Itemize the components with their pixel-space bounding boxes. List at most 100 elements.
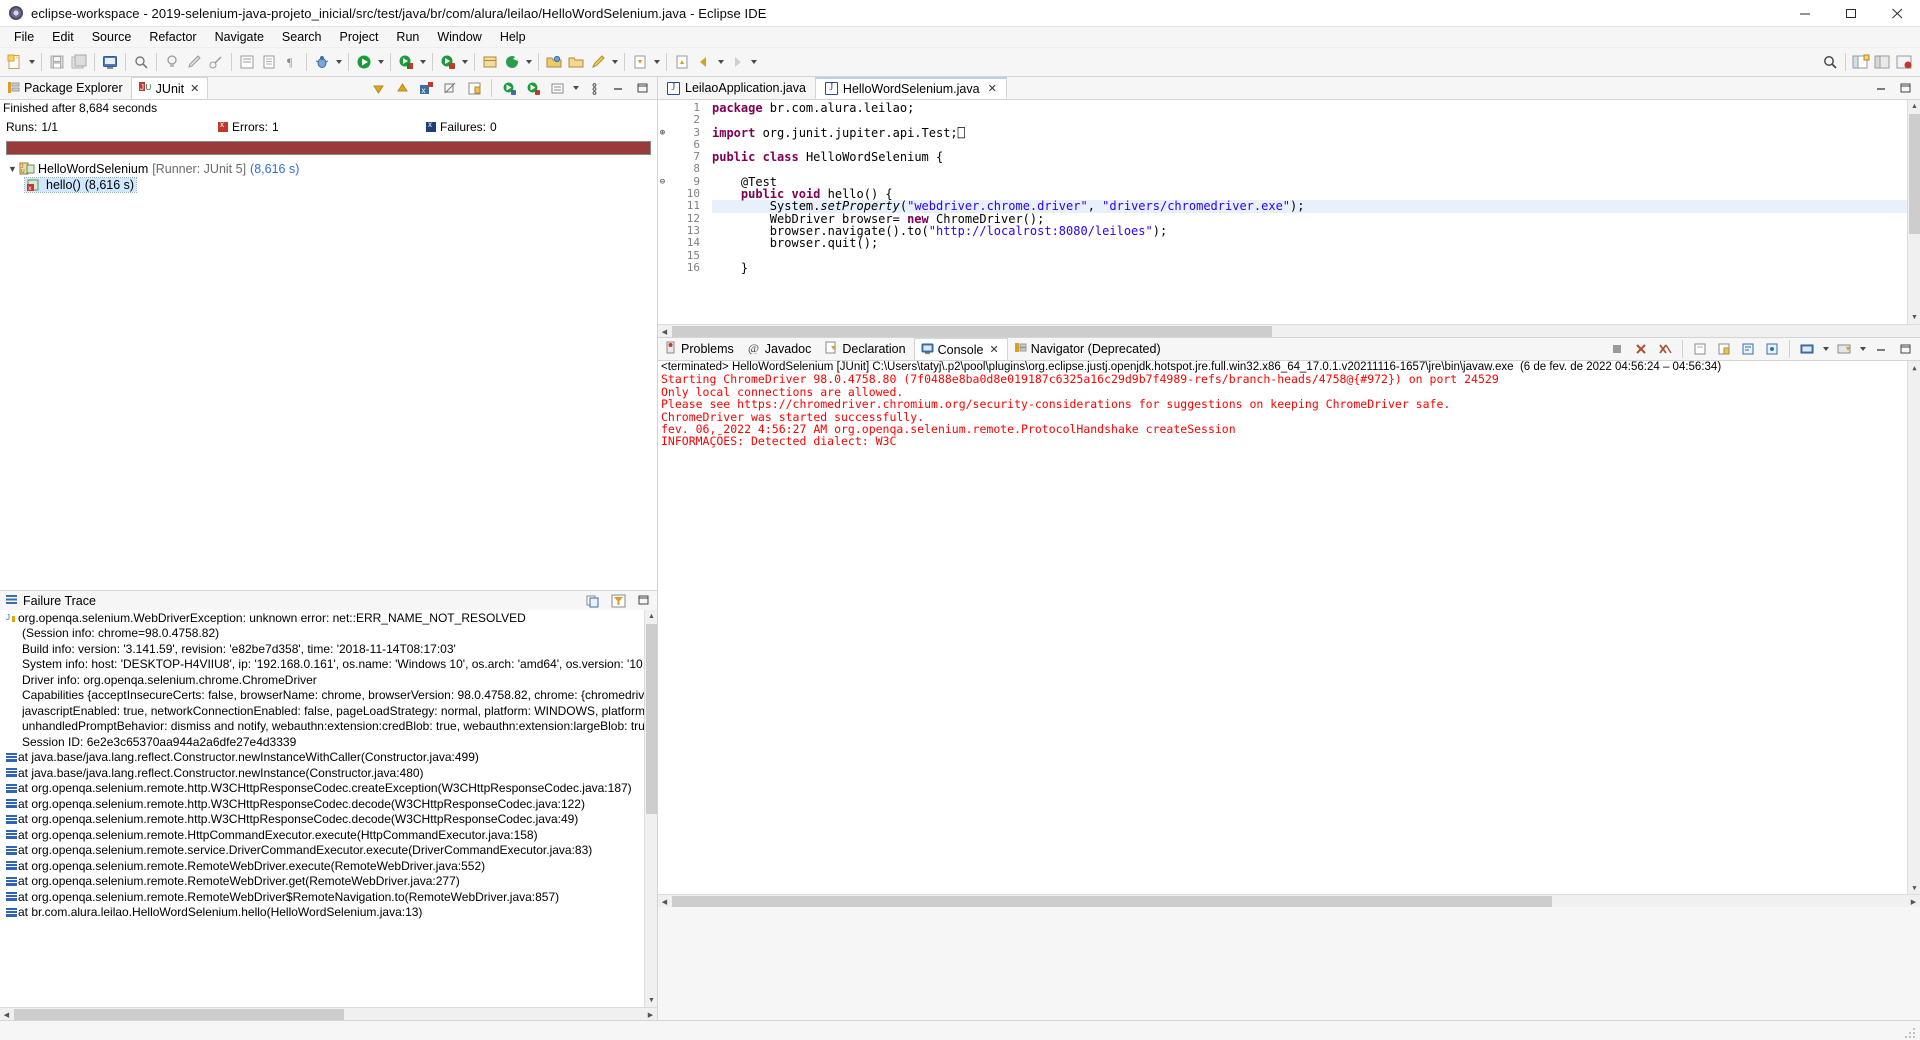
hscroll-thumb[interactable] — [14, 1009, 344, 1020]
open-folder-alt-icon[interactable] — [565, 51, 587, 73]
refresh-icon[interactable] — [501, 51, 523, 73]
debug-bug-icon[interactable] — [311, 51, 333, 73]
tab-problems[interactable]: Problems — [658, 338, 742, 360]
save-all-icon[interactable] — [68, 51, 90, 73]
fold-marker-icon[interactable] — [658, 188, 667, 200]
search-glass-icon[interactable] — [130, 51, 152, 73]
code-line[interactable]: System.setProperty("webdriver.chrome.dri… — [712, 200, 1920, 213]
resize-grip-icon[interactable] — [1905, 1025, 1917, 1038]
pencil-edit-icon[interactable] — [183, 51, 205, 73]
code-line[interactable]: browser.quit(); — [712, 237, 1920, 250]
scroll-down-arrow-icon[interactable]: ▼ — [1908, 881, 1920, 894]
editor-vscrollbar[interactable]: ▲ ▼ — [1907, 100, 1920, 324]
failure-trace-line[interactable]: Session ID: 6e2e3c65370aa944a2a6dfe27e4d… — [0, 734, 657, 750]
annotation-dropdown-icon[interactable] — [609, 51, 620, 73]
failure-trace-line[interactable]: unhandledPromptBehavior: dismiss and not… — [0, 719, 657, 735]
tree-row-root[interactable]: ▼ JU HelloWordSelenium [Runner: JUnit 5]… — [0, 161, 657, 177]
failure-trace-vscrollbar[interactable]: ▲ ▼ — [644, 610, 657, 1007]
console-vscrollbar[interactable]: ▲ ▼ — [1907, 361, 1920, 894]
close-icon[interactable]: ✕ — [988, 82, 997, 95]
close-icon[interactable]: ✕ — [989, 343, 998, 356]
fold-marker-icon[interactable] — [658, 213, 667, 225]
scroll-left-arrow-icon[interactable]: ◀ — [658, 895, 671, 908]
quick-access-search-icon[interactable] — [1819, 51, 1841, 73]
run-icon[interactable] — [353, 51, 375, 73]
pilcrow-icon[interactable]: ¶ — [280, 51, 302, 73]
fold-marker-icon[interactable]: ⊕ — [658, 127, 667, 139]
run-dropdown-icon[interactable] — [375, 51, 386, 73]
run-as-dropdown-icon[interactable] — [459, 51, 470, 73]
scroll-up-arrow-icon[interactable]: ▲ — [1908, 100, 1920, 113]
menu-refactor[interactable]: Refactor — [140, 28, 205, 46]
fold-marker-icon[interactable] — [658, 225, 667, 237]
rerun-failed-icon[interactable] — [522, 77, 544, 99]
scroll-left-arrow-icon[interactable]: ◀ — [0, 1008, 13, 1021]
back-icon[interactable] — [693, 51, 715, 73]
failure-trace-line[interactable]: Capabilities {acceptInsecureCerts: false… — [0, 688, 657, 704]
fold-marker-icon[interactable] — [658, 250, 667, 262]
tab-console[interactable]: Console ✕ — [913, 338, 1008, 360]
scroll-up-arrow-icon[interactable]: ▲ — [645, 610, 657, 623]
lock-scroll-icon[interactable] — [463, 77, 485, 99]
maximize-editor-icon[interactable] — [1894, 77, 1916, 99]
copy-trace-icon[interactable] — [582, 590, 604, 612]
next-failure-icon[interactable] — [367, 77, 389, 99]
vscroll-thumb[interactable] — [646, 624, 657, 814]
coverage-dropdown-icon[interactable] — [417, 51, 428, 73]
open-type-icon[interactable] — [236, 51, 258, 73]
code-line[interactable] — [712, 114, 1920, 126]
failure-trace-line[interactable]: at org.openqa.selenium.remote.HttpComman… — [0, 827, 657, 843]
maximize-view-icon[interactable] — [631, 77, 653, 99]
filter-stacktrace-icon[interactable] — [607, 590, 629, 612]
editor-vscroll-thumb[interactable] — [1909, 114, 1920, 234]
menu-window[interactable]: Window — [428, 28, 490, 46]
editor-tab-hello-word-selenium[interactable]: HelloWordSelenium.java ✕ — [814, 77, 1007, 99]
scroll-right-arrow-icon[interactable]: ▶ — [644, 1008, 657, 1021]
console-hscroll-thumb[interactable] — [672, 896, 1552, 907]
failure-trace-line[interactable]: (Session info: chrome=98.0.4758.82) — [0, 626, 657, 642]
failure-trace-line[interactable]: at org.openqa.selenium.remote.RemoteWebD… — [0, 874, 657, 890]
new-icon[interactable] — [4, 51, 26, 73]
display-selected-console-icon[interactable] — [1796, 338, 1818, 360]
terminate-icon[interactable] — [1606, 338, 1628, 360]
back-dropdown-icon[interactable] — [715, 51, 726, 73]
history-icon[interactable] — [546, 77, 568, 99]
lightbulb-quickfix-icon[interactable] — [161, 51, 183, 73]
menu-source[interactable]: Source — [83, 28, 141, 46]
refresh-dropdown-icon[interactable] — [523, 51, 534, 73]
open-folder-icon[interactable] — [543, 51, 565, 73]
failure-trace-line[interactable]: at org.openqa.selenium.remote.service.Dr… — [0, 843, 657, 859]
annotation-icon[interactable] — [587, 51, 609, 73]
remove-launch-icon[interactable] — [1630, 338, 1652, 360]
menu-search[interactable]: Search — [273, 28, 331, 46]
menu-edit[interactable]: Edit — [43, 28, 83, 46]
show-failures-only-icon[interactable]: x — [415, 77, 437, 99]
clear-console-icon[interactable] — [1689, 338, 1711, 360]
menu-project[interactable]: Project — [331, 28, 388, 46]
open-console-icon[interactable] — [1833, 338, 1855, 360]
failure-trace-line[interactable]: javascriptEnabled: true, networkConnecti… — [0, 703, 657, 719]
forward-icon[interactable] — [726, 51, 748, 73]
pin-console-icon[interactable] — [1761, 338, 1783, 360]
tab-junit[interactable]: JU JUnit ✕ — [130, 77, 209, 99]
code-line[interactable]: @Test — [712, 175, 1920, 188]
terminal-icon[interactable] — [99, 51, 121, 73]
fold-marker-icon[interactable] — [658, 200, 667, 212]
code-line[interactable] — [712, 163, 1920, 175]
minimize-button[interactable] — [1782, 0, 1828, 27]
code-line[interactable]: import org.junit.jupiter.api.Test;⎕ — [712, 126, 1920, 139]
failure-trace-line[interactable]: at java.base/java.lang.reflect.Construct… — [0, 750, 657, 766]
debug-dropdown-icon[interactable] — [333, 51, 344, 73]
folding-ruler[interactable] — [703, 100, 712, 324]
java-perspective-icon[interactable] — [1872, 51, 1894, 73]
maximize-button[interactable] — [1828, 0, 1874, 27]
fold-marker-icon[interactable] — [658, 151, 667, 163]
word-wrap-icon[interactable] — [1737, 338, 1759, 360]
run-as-icon[interactable] — [437, 51, 459, 73]
failure-trace-line[interactable]: Build info: version: '3.141.59', revisio… — [0, 641, 657, 657]
menu-run[interactable]: Run — [387, 28, 428, 46]
failure-trace-line[interactable]: System info: host: 'DESKTOP-H4VIIU8', ip… — [0, 657, 657, 673]
failure-trace-body[interactable]: Jorg.openqa.selenium.WebDriverException:… — [0, 610, 657, 1007]
fold-marker-icon[interactable] — [658, 102, 667, 114]
remove-all-terminated-icon[interactable] — [1654, 338, 1676, 360]
